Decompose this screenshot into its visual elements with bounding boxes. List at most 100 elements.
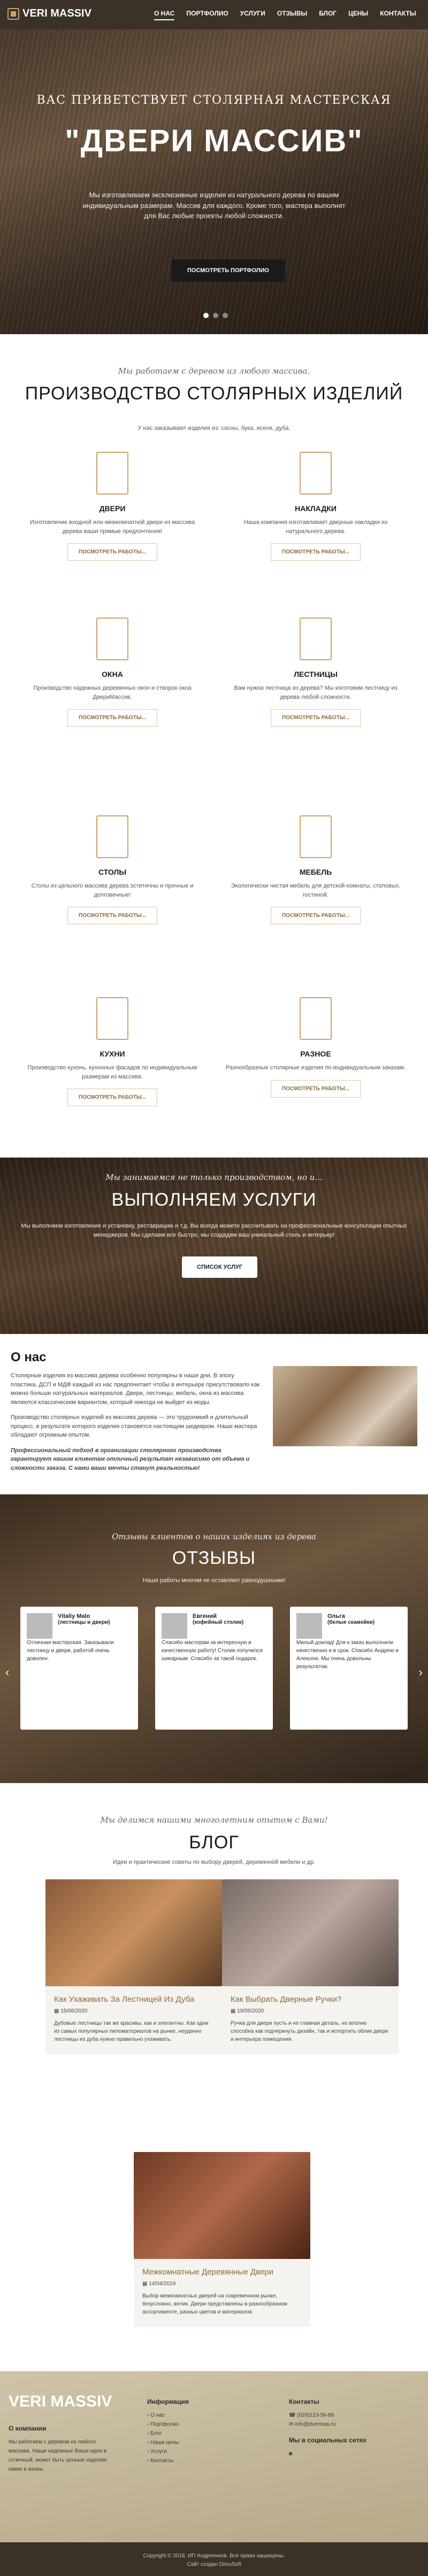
view-works-button[interactable]: Посмотреть работы... bbox=[271, 1079, 361, 1098]
blog-post-card[interactable]: Межкомнатные Деревянные Двери ▦ 14/04/201… bbox=[134, 2152, 310, 2327]
blog-title: БЛОГ bbox=[189, 1832, 239, 1853]
about-title: О нас bbox=[11, 1350, 47, 1364]
view-works-button[interactable]: Посмотреть работы... bbox=[271, 907, 361, 924]
product-card-overlays: НАКЛАДКИ Наша компания изготавливает две… bbox=[225, 452, 407, 561]
social-icon[interactable]: ◙ bbox=[289, 2449, 366, 2458]
footer-link-services[interactable]: › Услуги bbox=[147, 2447, 189, 2456]
nav-item-blog[interactable]: Блог bbox=[319, 10, 337, 20]
product-card-furniture: МЕБЕЛЬ Экологически чистая мебель для де… bbox=[225, 815, 407, 924]
view-works-button[interactable]: Посмотреть работы... bbox=[271, 709, 361, 727]
main-nav: О нас Портфолио Услуги Отзывы Блог Цены … bbox=[154, 10, 416, 20]
product-name: ЛЕСТНИЦЫ bbox=[294, 670, 338, 678]
blog-post-card[interactable]: Как Выбрать Дверные Ручки? ▦ 19/05/2020 Ру… bbox=[222, 1879, 399, 2054]
nav-item-contacts[interactable]: Контакты bbox=[380, 10, 416, 20]
blog-post-title[interactable]: Как Ухаживать За Лестницей Из Дуба bbox=[54, 1995, 213, 2004]
product-desc: Столы из цельного массива дерева эстетич… bbox=[31, 883, 194, 898]
services-description: Мы выполняем изготовление и установку, р… bbox=[21, 1223, 407, 1238]
footer-link-about[interactable]: › О нас bbox=[147, 2411, 189, 2420]
product-desc: Производство кухонь, кухонных фасадов по… bbox=[27, 1065, 197, 1080]
hero-welcome: ВАС ПРИВЕТСТВУЕТ СТОЛЯРНАЯ МАСТЕРСКАЯ bbox=[36, 94, 392, 107]
footer-about: О компании Мы работаем с деревом из любо… bbox=[9, 2425, 116, 2474]
view-works-button[interactable]: Посмотреть работы... bbox=[67, 907, 157, 924]
table-icon bbox=[96, 815, 128, 858]
blog-post-excerpt: Ручка для двери пусть и не главная детал… bbox=[231, 2020, 388, 2042]
blog-post-date: ▦ 14/04/2019 bbox=[142, 2281, 176, 2287]
footer-link-blog[interactable]: › Блог bbox=[147, 2429, 189, 2438]
blog-post-card[interactable]: Как Ухаживать За Лестницей Из Дуба ▦ 15/0… bbox=[45, 1879, 222, 2054]
reviews-title: ОТЗЫВЫ bbox=[172, 1548, 256, 1568]
blog-subtitle: Идеи и практические советы по выбору две… bbox=[112, 1859, 316, 1865]
product-desc: Производство надежных деревянных окон и … bbox=[33, 685, 192, 700]
product-desc: Разнообразные столярные изделия по индив… bbox=[225, 1065, 406, 1071]
copyright-text: Copyright © 2018. ИП Андреенков. Все пра… bbox=[143, 2553, 285, 2559]
product-desc: Наша компания изготавливает дверные накл… bbox=[243, 519, 388, 535]
product-card-windows: ОКНА Производство надежных деревянных ок… bbox=[21, 618, 203, 727]
product-desc: Изготовление входной или межкомнатной дв… bbox=[29, 519, 195, 535]
product-card-stairs: ЛЕСТНИЦЫ Вам нужна лестница из дерева? М… bbox=[225, 618, 407, 727]
blog-post-image bbox=[222, 1879, 399, 1986]
footer-social-title: Мы в социальных сетях bbox=[289, 2436, 366, 2444]
about-paragraph: Столярные изделия из массива дерева особ… bbox=[11, 1372, 260, 1406]
nav-item-reviews[interactable]: Отзывы bbox=[277, 10, 307, 20]
slider-dots bbox=[203, 313, 228, 318]
nav-item-services[interactable]: Услуги bbox=[240, 10, 265, 20]
review-text: Милый доклад! Для к заказ выполнили каче… bbox=[296, 1640, 399, 1670]
product-name: МЕБЕЛЬ bbox=[299, 868, 332, 876]
about-paragraph: Производство столярных изделий из массив… bbox=[11, 1414, 257, 1438]
brand-name: VERI MASSIV bbox=[22, 7, 91, 19]
footer-contacts-title: Контакты bbox=[289, 2398, 319, 2405]
hero-title: "ДВЕРИ МАССИВ" bbox=[65, 124, 363, 158]
nav-item-prices[interactable]: Цены bbox=[348, 10, 368, 20]
portfolio-button[interactable]: Посмотреть портфолио bbox=[171, 259, 285, 282]
nav-item-portfolio[interactable]: Портфолио bbox=[186, 10, 228, 20]
site-credit[interactable]: Сайт создан DimuSoft bbox=[0, 2560, 428, 2569]
product-card-kitchens: КУХНИ Производство кухонь, кухонных фаса… bbox=[21, 997, 203, 1106]
blog-post-title[interactable]: Межкомнатные Деревянные Двери bbox=[142, 2268, 302, 2277]
logo[interactable]: VERI MASSIV bbox=[7, 7, 91, 20]
review-card: Vitaliy Malo (лестницы и двери) Отличная… bbox=[20, 1607, 138, 1730]
blog-post-image bbox=[134, 2152, 310, 2259]
product-name: СТОЛЫ bbox=[98, 868, 127, 876]
services-background bbox=[0, 1158, 428, 1334]
view-works-button[interactable]: Посмотреть работы... bbox=[67, 543, 157, 561]
footer: VERI MASSIV О компании Мы работаем с дер… bbox=[0, 2371, 428, 2542]
services-section: Мы занимаемся не только производством, н… bbox=[0, 1158, 428, 1334]
footer-info-title: Информация bbox=[147, 2398, 189, 2405]
product-name: ОКНА bbox=[102, 670, 123, 678]
product-name: ДВЕРИ bbox=[99, 504, 126, 513]
about-kitchen-photo bbox=[273, 1366, 417, 1446]
services-list-button[interactable]: Список услуг bbox=[182, 1256, 258, 1278]
footer-link-contacts[interactable]: › Контакты bbox=[147, 2456, 189, 2465]
nav-item-about[interactable]: О нас bbox=[154, 10, 175, 20]
chevron-right-icon[interactable]: › bbox=[419, 1665, 423, 1679]
hero-description: Мы изготавливаем эксклюзивные изделия из… bbox=[82, 191, 346, 220]
production-section: Мы работаем с деревом из любого массива.… bbox=[0, 334, 428, 1158]
chevron-left-icon[interactable]: ‹ bbox=[5, 1665, 9, 1679]
slider-dot[interactable] bbox=[203, 313, 209, 318]
production-script: Мы работаем с деревом из любого массива. bbox=[118, 366, 310, 376]
footer-phone[interactable]: ☎ (029)123-56-89 bbox=[289, 2411, 366, 2420]
production-subtitle: У нас заказывают изделия из: сосны, бука… bbox=[137, 425, 291, 431]
view-works-button[interactable]: Посмотреть работы... bbox=[67, 1089, 157, 1106]
slider-dot[interactable] bbox=[213, 313, 218, 318]
services-title: ВЫПОЛНЯЕМ УСЛУГИ bbox=[111, 1190, 317, 1210]
review-card: Ольга (белые скамейки) Милый доклад! Для… bbox=[290, 1607, 408, 1730]
slider-dot[interactable] bbox=[223, 313, 228, 318]
footer-link-portfolio[interactable]: › Портфолио bbox=[147, 2420, 189, 2429]
blog-script: Мы делимся нашими многолетним опытом с В… bbox=[100, 1815, 328, 1825]
footer-logo[interactable]: VERI MASSIV bbox=[9, 2393, 112, 2411]
footer-link-prices[interactable]: › Наши цены bbox=[147, 2438, 189, 2447]
avatar bbox=[27, 1613, 52, 1639]
review-card: Евгений (кофейный столик) Спасибо мастер… bbox=[155, 1607, 273, 1730]
footer-contacts: Контакты ☎ (029)123-56-89 ✉ info@dvermas… bbox=[289, 2398, 366, 2458]
hero-background bbox=[0, 29, 428, 334]
services-script: Мы занимаемся не только производством, н… bbox=[105, 1173, 323, 1182]
blog-post-title[interactable]: Как Выбрать Дверные Ручки? bbox=[231, 1995, 390, 2004]
door-panel-icon bbox=[300, 452, 332, 495]
footer-info: Информация › О нас › Портфолио › Блог › … bbox=[147, 2398, 189, 2465]
stairs-icon bbox=[300, 618, 332, 660]
view-works-button[interactable]: Посмотреть работы... bbox=[67, 709, 157, 727]
view-works-button[interactable]: Посмотреть работы... bbox=[271, 543, 361, 561]
copyright-bar: Copyright © 2018. ИП Андреенков. Все пра… bbox=[0, 2542, 428, 2576]
footer-email[interactable]: ✉ info@dvermas.ru bbox=[289, 2420, 366, 2429]
